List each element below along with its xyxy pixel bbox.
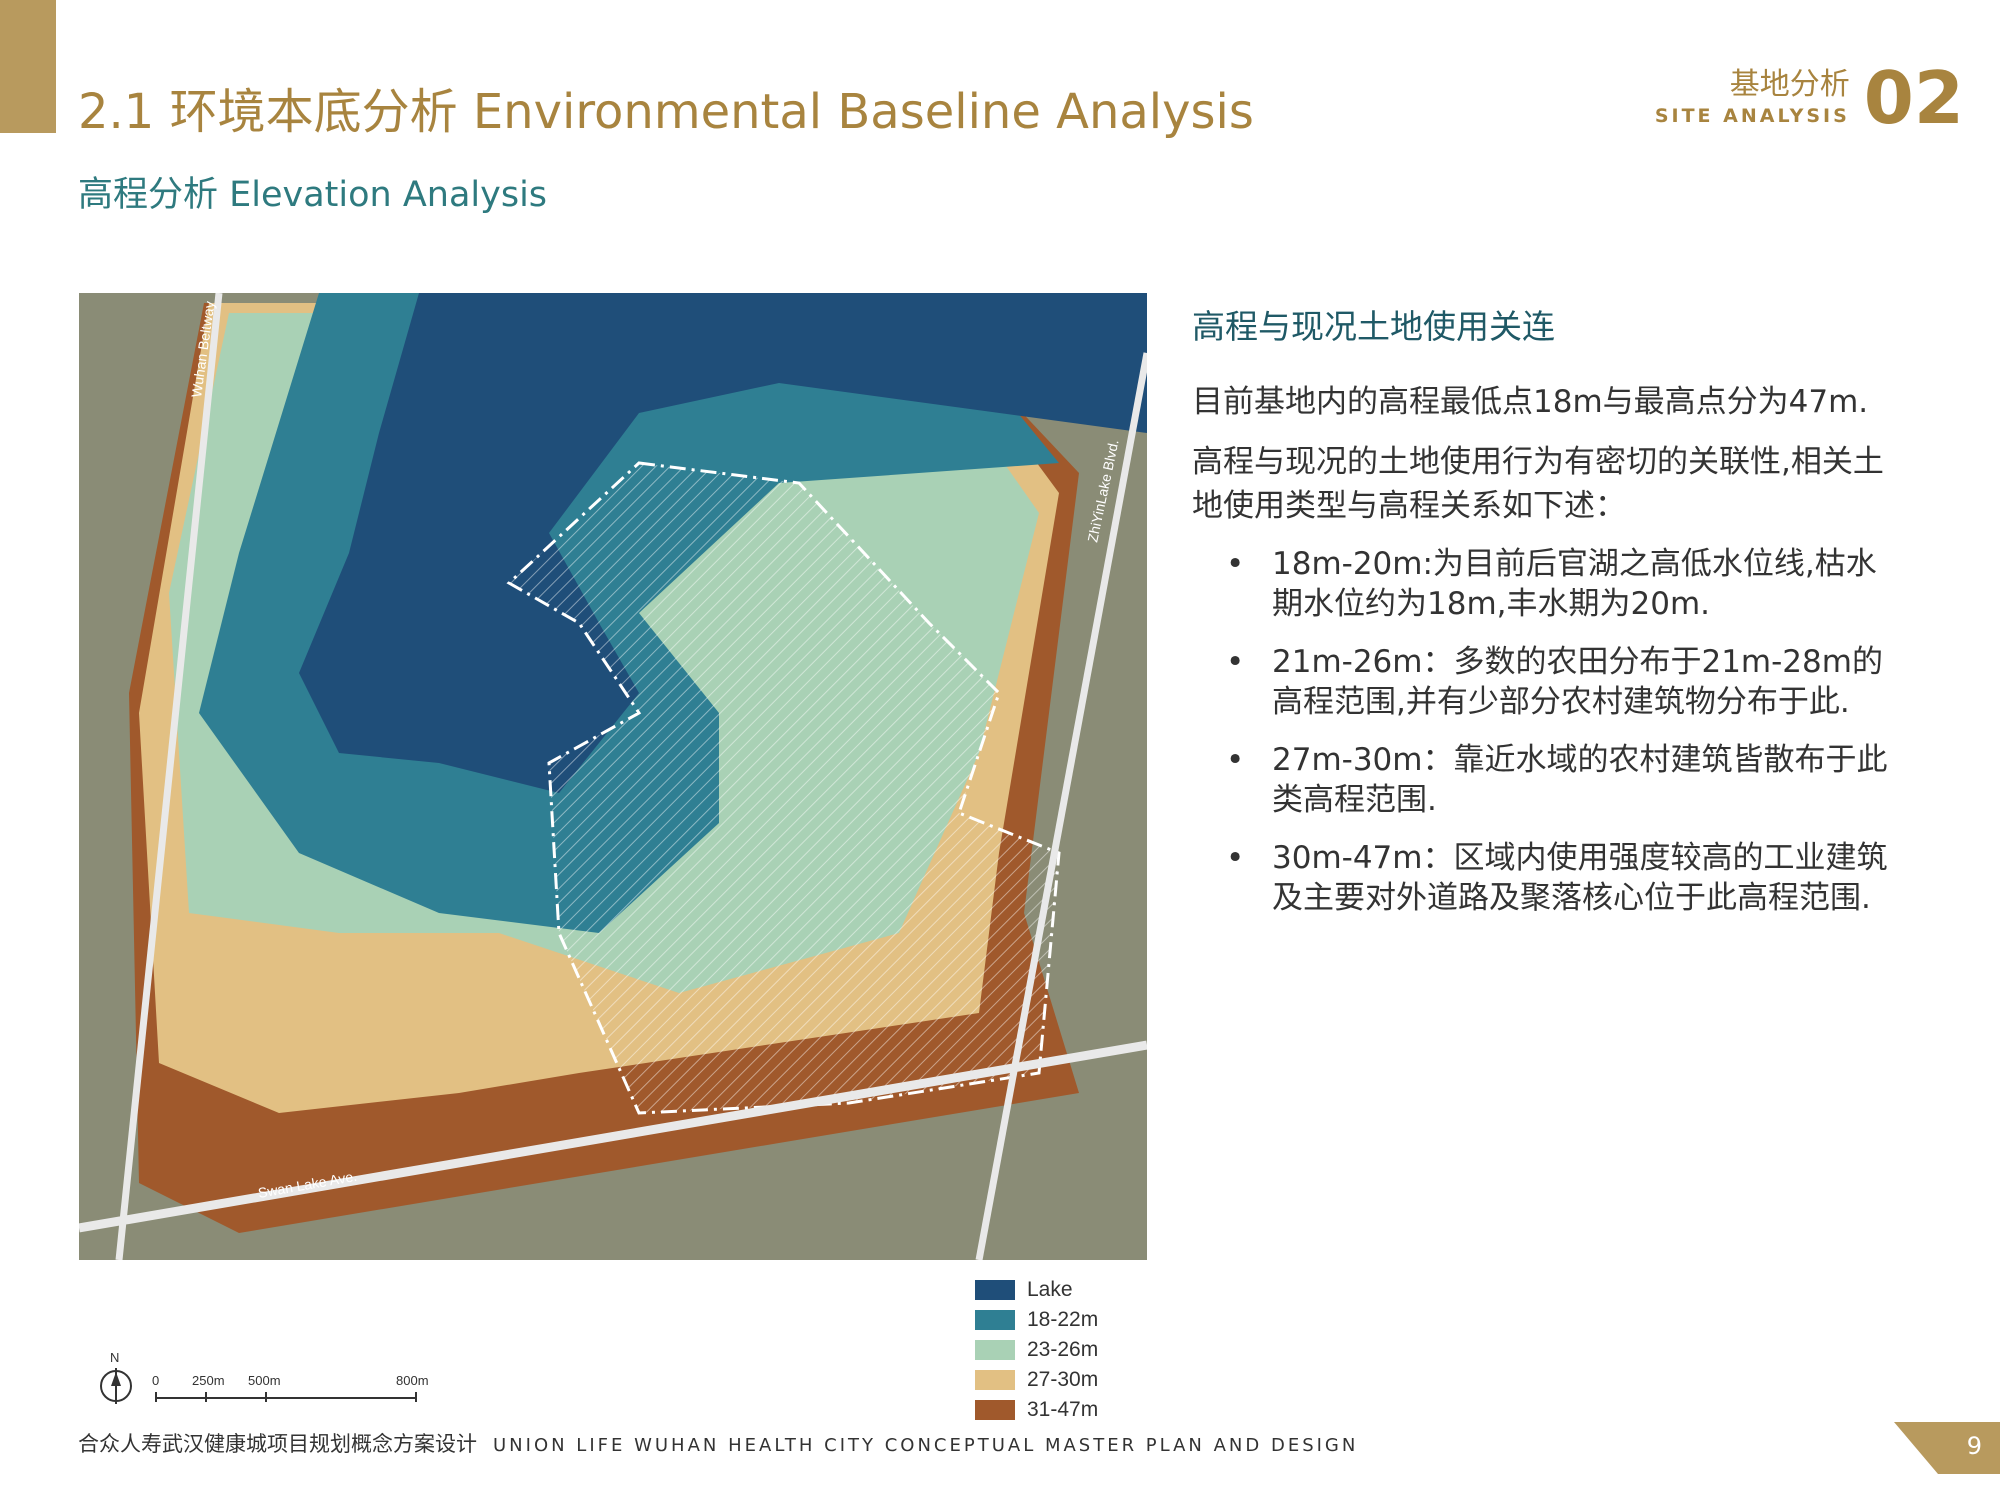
section-label: 基地分析 SITE ANALYSIS <box>1655 67 1850 129</box>
legend-item-lake: Lake <box>975 1275 1098 1305</box>
list-item: • 27m-30m：靠近水域的农村建筑皆散布于此类高程范围. <box>1192 740 1892 820</box>
section-badge: 基地分析 SITE ANALYSIS 02 <box>1655 62 1964 134</box>
page-subtitle: 高程分析 Elevation Analysis <box>78 175 548 215</box>
north-label: N <box>110 1350 119 1365</box>
list-item: • 30m-47m：区域内使用强度较高的工业建筑及主要对外道路及聚落核心位于此高程… <box>1192 838 1892 918</box>
analysis-paragraph-2: 高程与现况的土地使用行为有密切的关联性,相关土地使用类型与高程关系如下述： <box>1192 444 1884 524</box>
legend-swatch <box>975 1310 1015 1330</box>
footer: 合众人寿武汉健康城项目规划概念方案设计 UNION LIFE WUHAN HEAL… <box>78 1428 1358 1458</box>
page-number: 9 <box>1966 1432 1982 1460</box>
page-title: 2.1 环境本底分析 Environmental Baseline Analys… <box>78 84 1254 140</box>
bullet-icon: • <box>1226 742 1245 778</box>
elevation-bullet-list: • 18m-20m:为目前后官湖之高低水位线,枯水期水位约为18m,丰水期为20m… <box>1192 544 1892 918</box>
scale-tick-label: 800m <box>396 1373 429 1388</box>
list-item-text: 21m-26m：多数的农田分布于21m-28m的高程范围,并有少部分农村建筑物分… <box>1272 644 1883 720</box>
legend-swatch <box>975 1280 1015 1300</box>
list-item: • 21m-26m：多数的农田分布于21m-28m的高程范围,并有少部分农村建筑物… <box>1192 642 1892 722</box>
legend-swatch <box>975 1400 1015 1420</box>
legend-item-31-47m: 31-47m <box>975 1395 1098 1425</box>
section-label-cn: 基地分析 <box>1729 67 1850 102</box>
north-arrow-icon: N <box>100 1350 132 1404</box>
north-arrow-and-scale-bar: N 0 250m 500m 800m <box>100 1350 429 1404</box>
bullet-icon: • <box>1226 840 1245 876</box>
legend-swatch <box>975 1370 1015 1390</box>
scale-tick-label: 500m <box>248 1373 281 1388</box>
analysis-heading: 高程与现况土地使用关连 <box>1192 307 1555 346</box>
scale-bar: 0 250m 500m 800m <box>152 1373 429 1402</box>
legend-item-23-26m: 23-26m <box>975 1335 1098 1365</box>
legend-item-18-22m: 18-22m <box>975 1305 1098 1335</box>
section-label-en: SITE ANALYSIS <box>1654 105 1850 127</box>
page-number-tab <box>1894 1422 2000 1474</box>
analysis-paragraph-1: 目前基地内的高程最低点18m与最高点分为47m. <box>1192 384 1869 420</box>
list-item-text: 30m-47m：区域内使用强度较高的工业建筑及主要对外道路及聚落核心位于此高程范… <box>1272 840 1888 916</box>
elevation-map: Wuhan Beltway ZhiYinLake Blvd. Swan Lake… <box>79 293 1147 1260</box>
list-item-text: 27m-30m：靠近水域的农村建筑皆散布于此类高程范围. <box>1272 742 1888 818</box>
scale-tick-label: 250m <box>192 1373 225 1388</box>
bullet-icon: • <box>1226 546 1245 582</box>
list-item-text: 18m-20m:为目前后官湖之高低水位线,枯水期水位约为18m,丰水期为20m. <box>1272 546 1877 622</box>
header-accent-bar <box>0 0 56 133</box>
legend-item-27-30m: 27-30m <box>975 1365 1098 1395</box>
bullet-icon: • <box>1226 644 1245 680</box>
legend-swatch <box>975 1340 1015 1360</box>
list-item: • 18m-20m:为目前后官湖之高低水位线,枯水期水位约为18m,丰水期为20m… <box>1192 544 1892 624</box>
scale-tick-label: 0 <box>152 1373 159 1388</box>
section-number: 02 <box>1863 56 1964 140</box>
legend: Lake 18-22m 23-26m 27-30m 31-47m <box>975 1275 1098 1425</box>
footer-project-name-en: UNION LIFE WUHAN HEALTH CITY CONCEPTUAL … <box>493 1435 1359 1456</box>
analysis-text: 高程与现况土地使用关连 目前基地内的高程最低点18m与最高点分为47m. 高程与… <box>1192 300 1892 936</box>
footer-project-name-cn: 合众人寿武汉健康城项目规划概念方案设计 <box>78 1432 477 1456</box>
